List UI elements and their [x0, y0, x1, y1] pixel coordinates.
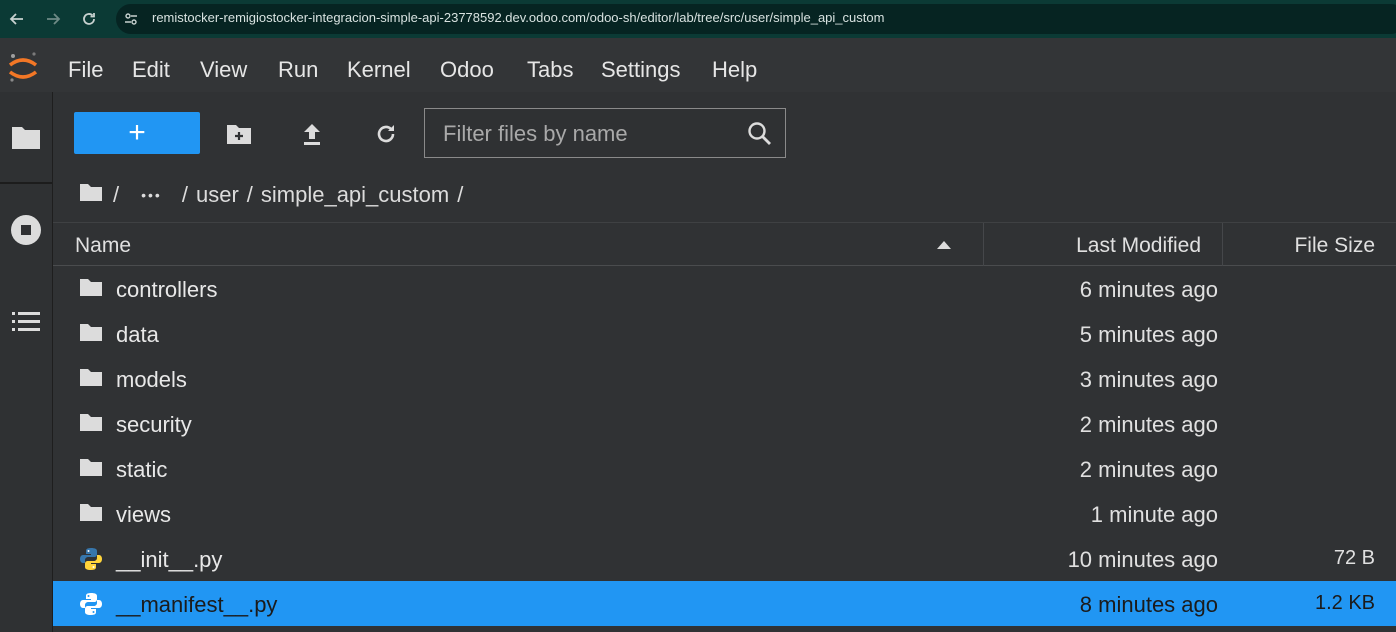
file-row[interactable]: static 2 minutes ago — [53, 446, 1396, 491]
new-folder-icon — [227, 125, 251, 144]
file-size-column-header[interactable]: File Size — [1294, 234, 1375, 258]
arrow-right-icon[interactable] — [43, 9, 63, 29]
sort-ascending-icon[interactable] — [936, 237, 952, 255]
file-row[interactable]: models 3 minutes ago — [53, 356, 1396, 401]
file-row[interactable]: security 2 minutes ago — [53, 401, 1396, 446]
python-file-icon — [79, 547, 103, 576]
refresh-button[interactable] — [372, 120, 400, 148]
menu-tabs[interactable]: Tabs — [527, 57, 573, 83]
browser-toolbar: remistocker-remigiostocker-integracion-s… — [0, 0, 1396, 38]
file-size: 72 B — [1333, 547, 1375, 569]
new-launcher-button[interactable]: + — [74, 112, 200, 154]
folder-icon — [79, 277, 103, 302]
file-last-modified: 10 minutes ago — [1067, 547, 1218, 572]
refresh-icon — [377, 125, 395, 143]
file-name: views — [116, 502, 172, 527]
file-name: data — [116, 322, 159, 347]
breadcrumb-ellipsis[interactable]: ••• — [141, 187, 162, 203]
file-last-modified: 2 minutes ago — [1079, 457, 1218, 482]
breadcrumb-separator: / — [246, 182, 253, 207]
menu-file[interactable]: File — [68, 57, 103, 83]
file-row[interactable]: __init__.py 10 minutes ago 72 B — [53, 536, 1396, 581]
name-column-header[interactable]: Name — [75, 234, 131, 258]
file-browser-tab[interactable] — [0, 124, 52, 150]
breadcrumb-separator: / — [181, 182, 188, 207]
file-row[interactable]: controllers 6 minutes ago — [53, 266, 1396, 311]
breadcrumb-separator: / — [113, 182, 120, 207]
file-last-modified: 1 minute ago — [1090, 502, 1218, 527]
breadcrumb-separator: / — [457, 182, 464, 207]
file-list-header: Name Last Modified File Size — [53, 222, 1396, 266]
folder-icon — [79, 502, 103, 527]
menu-edit[interactable]: Edit — [132, 57, 170, 83]
breadcrumb-user[interactable]: user — [196, 182, 239, 208]
activity-divider — [0, 182, 52, 184]
menu-odoo[interactable]: Odoo — [440, 57, 494, 83]
file-name: static — [116, 457, 168, 482]
search-icon[interactable] — [747, 121, 773, 152]
menu-kernel[interactable]: Kernel — [347, 57, 411, 83]
filter-files-input[interactable] — [441, 118, 735, 150]
menu-help[interactable]: Help — [712, 57, 757, 83]
url-text[interactable]: remistocker-remigiostocker-integracion-s… — [152, 10, 884, 25]
file-last-modified: 3 minutes ago — [1079, 367, 1218, 392]
file-row[interactable]: views 1 minute ago — [53, 491, 1396, 536]
main-menu-bar: File Edit View Run Kernel Odoo Tabs Sett… — [0, 38, 1396, 93]
upload-icon — [304, 124, 320, 145]
breadcrumb-current[interactable]: simple_api_custom — [261, 182, 449, 208]
tune-icon[interactable] — [121, 9, 141, 29]
folder-icon — [12, 127, 40, 149]
file-name: controllers — [116, 277, 218, 302]
new-folder-button[interactable] — [225, 120, 253, 148]
filter-box — [424, 108, 786, 158]
stop-circle-icon — [11, 215, 41, 245]
folder-icon — [79, 367, 103, 392]
file-row[interactable]: data 5 minutes ago — [53, 311, 1396, 356]
list-icon — [12, 312, 40, 331]
home-folder-icon[interactable] — [79, 182, 103, 208]
plus-icon: + — [128, 116, 146, 149]
column-resize-handle[interactable] — [983, 223, 984, 266]
file-last-modified: 6 minutes ago — [1079, 277, 1218, 302]
file-last-modified: 2 minutes ago — [1079, 412, 1218, 437]
file-name: security — [116, 412, 192, 437]
running-sessions-tab[interactable] — [0, 214, 52, 246]
menu-run[interactable]: Run — [278, 57, 318, 83]
left-activity-bar — [0, 92, 53, 632]
column-resize-handle[interactable] — [1222, 223, 1223, 266]
file-browser-panel: + / ••• / user / simple_api_custom / Nam… — [53, 92, 1396, 632]
file-list: controllers 6 minutes ago data 5 minutes… — [53, 266, 1396, 626]
menu-view[interactable]: View — [200, 57, 247, 83]
file-name: __init__.py — [116, 547, 223, 572]
jupyter-logo-icon — [6, 50, 40, 89]
folder-icon — [79, 412, 103, 437]
file-name: models — [116, 367, 187, 392]
file-name: __manifest__.py — [116, 592, 278, 617]
folder-icon — [79, 322, 103, 347]
breadcrumb: / ••• / user / simple_api_custom / — [79, 180, 471, 210]
arrow-left-icon[interactable] — [7, 9, 27, 29]
file-size: 1.2 KB — [1314, 592, 1375, 614]
menu-settings[interactable]: Settings — [601, 57, 681, 83]
file-last-modified: 8 minutes ago — [1079, 592, 1218, 617]
reload-icon[interactable] — [79, 9, 99, 29]
file-last-modified: 5 minutes ago — [1079, 322, 1218, 347]
folder-icon — [79, 457, 103, 482]
file-row-selected[interactable]: __manifest__.py 8 minutes ago 1.2 KB — [53, 581, 1396, 626]
table-of-contents-tab[interactable] — [0, 310, 52, 334]
python-file-icon — [79, 592, 103, 621]
upload-button[interactable] — [298, 120, 326, 148]
last-modified-column-header[interactable]: Last Modified — [1076, 234, 1201, 258]
